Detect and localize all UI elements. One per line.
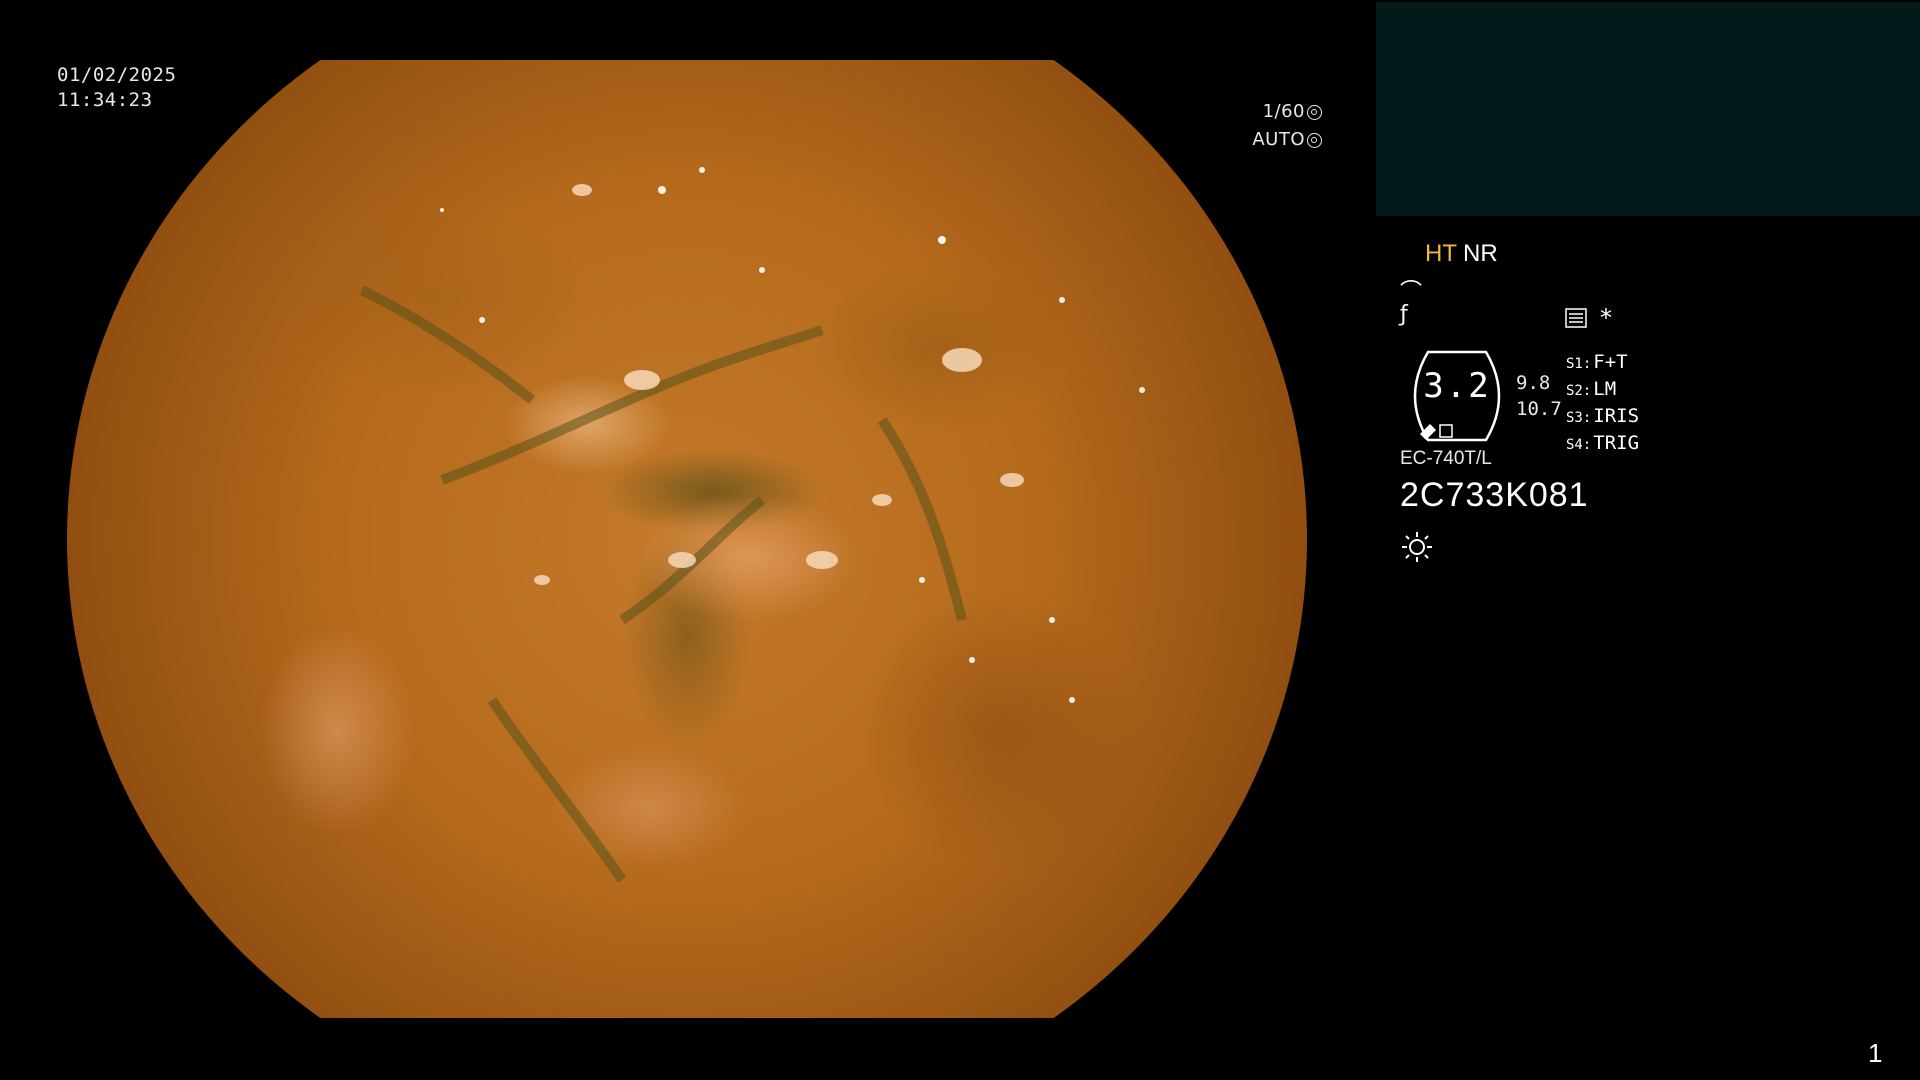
switch-item: S2: LM	[1566, 377, 1639, 404]
switch-item: S3: IRIS	[1566, 404, 1639, 431]
exposure-mode-text: AUTO	[1252, 129, 1305, 150]
switch-key: S4:	[1566, 437, 1592, 453]
switch-key: S3:	[1566, 410, 1592, 426]
switch-label: TRIG	[1593, 432, 1640, 454]
endoscope-image	[62, 60, 1312, 1018]
menu-icon	[1565, 308, 1587, 328]
thumbnail-panel	[1376, 2, 1920, 216]
zoom-value: 3.2	[1423, 366, 1491, 406]
switch-key: S1:	[1566, 356, 1592, 372]
exposure-readout: 1/60 AUTO	[1250, 98, 1322, 154]
shutter-row: 1/60	[1250, 98, 1322, 126]
endoscopy-display: 01/02/2025 11:34:23 1/60 AUTO HT NR ⌒ ƒ *	[0, 0, 1920, 1080]
enhance-icon: ƒ	[1400, 302, 1408, 327]
time-text: 11:34:23	[57, 89, 153, 111]
auto-iris-icon	[1307, 132, 1322, 148]
page-number: 1	[1868, 1038, 1883, 1068]
zoom-side-bottom: 10.7	[1516, 398, 1562, 420]
switch-item: S4: TRIG	[1566, 431, 1639, 458]
date-time-readout: 01/02/2025 11:34:23	[57, 63, 176, 113]
scope-switch-list: S1: F+T S2: LM S3: IRIS S4: TRIG	[1566, 350, 1639, 458]
auto-row: AUTO	[1250, 126, 1322, 154]
switch-item: S1: F+T	[1566, 350, 1639, 377]
switch-label: IRIS	[1593, 405, 1640, 427]
switch-label: LM	[1593, 378, 1617, 400]
light-icon	[1402, 532, 1432, 562]
shutter-icon	[1307, 104, 1322, 120]
switch-key: S2:	[1566, 383, 1592, 399]
mucosa-texture	[359, 167, 1145, 883]
mode-indicator: HT NR	[1425, 240, 1498, 268]
mode-ht-label: HT	[1425, 240, 1457, 267]
zoom-side-top: 9.8	[1516, 372, 1551, 394]
processor-info-panel: HT NR ⌒ ƒ * 3.2 9.8 10.7 S1: F+T S2: LM S3:…	[1400, 240, 1920, 840]
date-text: 01/02/2025	[57, 64, 177, 86]
asterisk-indicator: *	[1600, 304, 1612, 332]
mode-nr-label: NR	[1463, 240, 1498, 267]
shutter-speed-text: 1/60	[1262, 101, 1305, 122]
scope-serial: 2C733K081	[1400, 476, 1589, 514]
endoscope-view-circle	[67, 60, 1307, 1018]
switch-label: F+T	[1593, 351, 1628, 373]
pencil-icon	[1420, 424, 1453, 440]
scope-model: EC-740T/L	[1400, 448, 1492, 469]
